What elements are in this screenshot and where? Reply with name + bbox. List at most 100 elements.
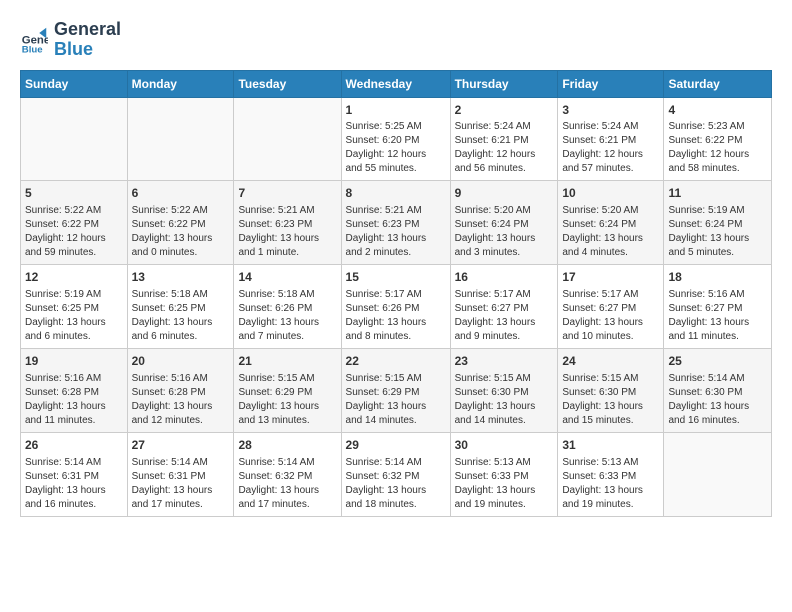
- day-number: 5: [25, 185, 123, 202]
- calendar-cell: 24Sunrise: 5:15 AMSunset: 6:30 PMDayligh…: [558, 348, 664, 432]
- calendar-week-4: 19Sunrise: 5:16 AMSunset: 6:28 PMDayligh…: [21, 348, 772, 432]
- day-info-text: Sunset: 6:24 PM: [562, 218, 659, 232]
- day-info-text: Sunrise: 5:15 AM: [238, 372, 336, 386]
- day-number: 6: [132, 185, 230, 202]
- calendar-cell: 26 Sunrise: 5:14 AMSunset: 6:31 PMDayligh…: [21, 432, 128, 516]
- calendar-week-1: 1Sunrise: 5:25 AMSunset: 6:20 PMDaylight…: [21, 97, 772, 181]
- day-number: 7: [238, 185, 336, 202]
- day-info-text: Sunset: 6:21 PM: [562, 134, 659, 148]
- day-info-text: Daylight: 13 hours and 11 minutes.: [668, 316, 767, 344]
- day-number: 20: [132, 353, 230, 370]
- day-info-text: Sunrise: 5:18 AM: [132, 288, 230, 302]
- day-info-text: Daylight: 12 hours and 58 minutes.: [668, 148, 767, 176]
- day-info-text: Sunrise: 5:18 AM: [238, 288, 336, 302]
- calendar-cell: 16Sunrise: 5:17 AMSunset: 6:27 PMDayligh…: [450, 265, 558, 349]
- day-info-text: Sunset: 6:32 PM: [346, 470, 446, 484]
- day-info-text: Sunrise: 5:14 AM: [132, 456, 230, 470]
- calendar-week-3: 12Sunrise: 5:19 AMSunset: 6:25 PMDayligh…: [21, 265, 772, 349]
- day-info-text: Sunrise: 5:19 AM: [668, 204, 767, 218]
- day-info-text: Sunset: 6:27 PM: [668, 302, 767, 316]
- day-number: 9: [455, 185, 554, 202]
- calendar-week-2: 5Sunrise: 5:22 AMSunset: 6:22 PMDaylight…: [21, 181, 772, 265]
- calendar-cell: 9Sunrise: 5:20 AMSunset: 6:24 PMDaylight…: [450, 181, 558, 265]
- day-number: 29: [346, 437, 446, 454]
- day-info-text: Sunset: 6:21 PM: [455, 134, 554, 148]
- day-info-text: Sunrise: 5:19 AM: [25, 288, 123, 302]
- header-wednesday: Wednesday: [341, 70, 450, 97]
- day-info-text: Sunrise: 5:15 AM: [455, 372, 554, 386]
- day-number: 14: [238, 269, 336, 286]
- day-info-text: Daylight: 13 hours and 14 minutes.: [346, 400, 446, 428]
- calendar-cell: 17Sunrise: 5:17 AMSunset: 6:27 PMDayligh…: [558, 265, 664, 349]
- day-info-text: Sunset: 6:33 PM: [562, 470, 659, 484]
- day-info-text: Sunset: 6:22 PM: [668, 134, 767, 148]
- day-info-text: Sunset: 6:20 PM: [346, 134, 446, 148]
- day-number: 11: [668, 185, 767, 202]
- day-number: 4: [668, 102, 767, 119]
- day-info-text: Daylight: 13 hours and 9 minutes.: [455, 316, 554, 344]
- header-thursday: Thursday: [450, 70, 558, 97]
- calendar-cell: 4Sunrise: 5:23 AMSunset: 6:22 PMDaylight…: [664, 97, 772, 181]
- day-info-text: Sunset: 6:30 PM: [455, 386, 554, 400]
- day-info-text: Daylight: 12 hours and 56 minutes.: [455, 148, 554, 176]
- day-number: 26: [25, 437, 123, 454]
- day-info-text: Sunset: 6:27 PM: [562, 302, 659, 316]
- day-info-text: Sunset: 6:22 PM: [25, 218, 123, 232]
- day-info-text: Sunset: 6:25 PM: [132, 302, 230, 316]
- day-info-text: Sunset: 6:29 PM: [238, 386, 336, 400]
- day-info-text: Daylight: 13 hours and 6 minutes.: [132, 316, 230, 344]
- day-info-text: Sunset: 6:24 PM: [455, 218, 554, 232]
- day-info-text: Sunrise: 5:13 AM: [455, 456, 554, 470]
- calendar-cell: 10Sunrise: 5:20 AMSunset: 6:24 PMDayligh…: [558, 181, 664, 265]
- calendar-cell: 28Sunrise: 5:14 AMSunset: 6:32 PMDayligh…: [234, 432, 341, 516]
- calendar-header-row: SundayMondayTuesdayWednesdayThursdayFrid…: [21, 70, 772, 97]
- calendar-cell: 30Sunrise: 5:13 AMSunset: 6:33 PMDayligh…: [450, 432, 558, 516]
- day-number: 22: [346, 353, 446, 370]
- header-sunday: Sunday: [21, 70, 128, 97]
- day-info-text: Sunrise: 5:14 AM: [25, 456, 123, 470]
- day-info-text: Daylight: 13 hours and 4 minutes.: [562, 232, 659, 260]
- calendar-week-5: 26Sunrise: 5:14 AMSunset: 6:31 PMDayligh…: [21, 432, 772, 516]
- page-header: General Blue General Blue: [20, 20, 772, 60]
- calendar-cell: 13Sunrise: 5:18 AMSunset: 6:25 PMDayligh…: [127, 265, 234, 349]
- day-info-text: Sunrise: 5:21 AM: [346, 204, 446, 218]
- day-info-text: Sunrise: 5:15 AM: [562, 372, 659, 386]
- day-info-text: Sunrise: 5:24 AM: [455, 120, 554, 134]
- day-info-text: Daylight: 12 hours and 59 minutes.: [25, 232, 123, 260]
- calendar-cell: 31Sunrise: 5:13 AMSunset: 6:33 PMDayligh…: [558, 432, 664, 516]
- day-number: 12: [25, 269, 123, 286]
- calendar-cell: [664, 432, 772, 516]
- day-info-text: Sunrise: 5:20 AM: [455, 204, 554, 218]
- day-number: 1: [346, 102, 446, 119]
- svg-text:Blue: Blue: [22, 44, 43, 54]
- day-number: 3: [562, 102, 659, 119]
- day-info-text: Sunset: 6:33 PM: [455, 470, 554, 484]
- day-info-text: Daylight: 13 hours and 13 minutes.: [238, 400, 336, 428]
- calendar-cell: 29Sunrise: 5:14 AMSunset: 6:32 PMDayligh…: [341, 432, 450, 516]
- day-info-text: Daylight: 13 hours and 19 minutes.: [562, 484, 659, 512]
- calendar-cell: 19Sunrise: 5:16 AMSunset: 6:28 PMDayligh…: [21, 348, 128, 432]
- header-tuesday: Tuesday: [234, 70, 341, 97]
- day-info-text: Daylight: 13 hours and 14 minutes.: [455, 400, 554, 428]
- day-number: 27: [132, 437, 230, 454]
- day-info-text: Daylight: 12 hours and 55 minutes.: [346, 148, 446, 176]
- calendar-cell: 21Sunrise: 5:15 AMSunset: 6:29 PMDayligh…: [234, 348, 341, 432]
- day-info-text: Daylight: 13 hours and 1 minute.: [238, 232, 336, 260]
- day-info-text: Sunrise: 5:15 AM: [346, 372, 446, 386]
- calendar-cell: 12Sunrise: 5:19 AMSunset: 6:25 PMDayligh…: [21, 265, 128, 349]
- header-saturday: Saturday: [664, 70, 772, 97]
- day-info-text: Sunrise: 5:24 AM: [562, 120, 659, 134]
- day-info-text: Daylight: 13 hours and 10 minutes.: [562, 316, 659, 344]
- day-number: 30: [455, 437, 554, 454]
- day-info-text: Daylight: 13 hours and 16 minutes.: [25, 484, 123, 512]
- calendar-cell: 15Sunrise: 5:17 AMSunset: 6:26 PMDayligh…: [341, 265, 450, 349]
- calendar-cell: 2Sunrise: 5:24 AMSunset: 6:21 PMDaylight…: [450, 97, 558, 181]
- day-number: 19: [25, 353, 123, 370]
- day-info-text: Sunset: 6:24 PM: [668, 218, 767, 232]
- calendar-cell: [234, 97, 341, 181]
- day-info-text: Daylight: 13 hours and 2 minutes.: [346, 232, 446, 260]
- day-info-text: Sunset: 6:31 PM: [25, 470, 123, 484]
- day-info-text: Sunrise: 5:25 AM: [346, 120, 446, 134]
- day-info-text: Daylight: 13 hours and 6 minutes.: [25, 316, 123, 344]
- calendar-table: SundayMondayTuesdayWednesdayThursdayFrid…: [20, 70, 772, 517]
